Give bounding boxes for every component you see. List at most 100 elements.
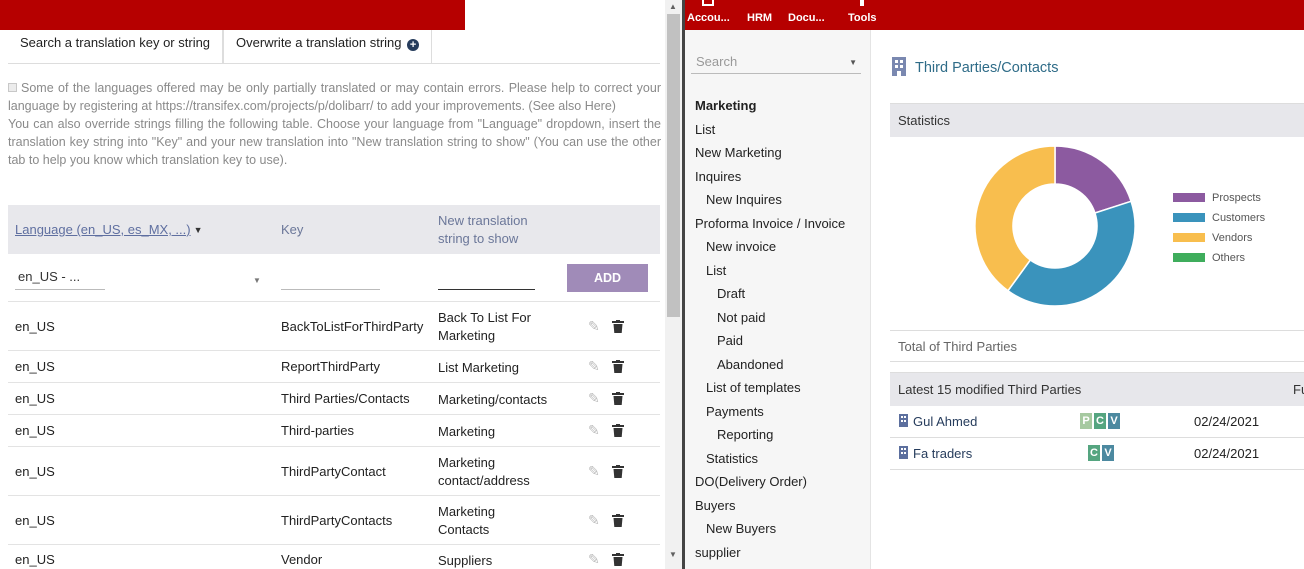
info-override-text: You can also override strings filling th…	[8, 117, 661, 167]
edit-icon[interactable]: ✎	[588, 358, 600, 375]
translation-table: Language (en_US, es_MX, ...) ▼ Key New tr…	[8, 205, 660, 569]
legend-item: Vendors	[1173, 232, 1265, 252]
delete-icon[interactable]	[612, 424, 624, 437]
total-row: Total of Third Parties	[890, 330, 1304, 362]
edit-icon[interactable]: ✎	[588, 512, 600, 529]
row-language: en_US	[15, 513, 55, 528]
row-value: List Marketing	[438, 359, 568, 377]
type-badge: V	[1108, 413, 1120, 429]
language-select[interactable]: en_US - ...	[15, 266, 105, 290]
menu-item[interactable]: Inquires	[695, 165, 865, 189]
menu-section-title[interactable]: Marketing	[695, 94, 865, 118]
menu-item[interactable]: Payments	[695, 400, 865, 424]
transifex-link[interactable]: https://transifex.com/projects/p/dolibar…	[155, 99, 373, 113]
menu-search-input[interactable]: Search ▼	[691, 52, 861, 74]
translation-rows: en_US BackToListForThirdParty Back To List…	[8, 302, 660, 569]
edit-icon[interactable]: ✎	[588, 551, 600, 568]
thirdparty-name: Fa traders	[913, 446, 973, 461]
delete-icon[interactable]	[612, 514, 624, 527]
delete-icon[interactable]	[612, 392, 624, 405]
row-key: ThirdPartyContact	[281, 464, 386, 479]
type-badge: C	[1094, 413, 1106, 429]
scrollbar-thumb[interactable]	[667, 14, 680, 317]
legend-item: Customers	[1173, 212, 1265, 232]
scroll-down-icon[interactable]: ▼	[669, 550, 677, 559]
add-button[interactable]: ADD	[567, 264, 648, 292]
nav-accounting[interactable]: Accou...	[687, 0, 730, 24]
menu-item[interactable]: Abandoned	[695, 353, 865, 377]
row-key: ReportThirdParty	[281, 359, 380, 374]
chevron-down-icon[interactable]: ▼	[849, 53, 857, 73]
edit-icon[interactable]: ✎	[588, 318, 600, 335]
left-menu: Search ▼ Marketing List New Marketing Inquir…	[685, 30, 871, 569]
table-row: en_US Third Parties/Contacts Marketing/con…	[8, 383, 660, 415]
row-language: en_US	[15, 464, 55, 479]
legend-label: Others	[1212, 252, 1246, 264]
language-column-label: Language (en_US, es_MX, ...)	[15, 222, 191, 237]
menu-item[interactable]: New Marketing	[695, 141, 865, 165]
legend-swatch	[1173, 253, 1205, 262]
menu-item[interactable]: Buyers	[695, 494, 865, 518]
edit-icon[interactable]: ✎	[588, 463, 600, 480]
edit-icon[interactable]: ✎	[588, 390, 600, 407]
menu-item[interactable]: supplier	[695, 541, 865, 565]
dropdown-arrow-icon[interactable]: ▼	[253, 276, 261, 285]
nav-documents[interactable]: Docu...	[788, 12, 825, 24]
row-value-line: Marketing	[438, 504, 496, 519]
row-language: en_US	[15, 552, 55, 567]
nav-tools[interactable]: Tools	[848, 0, 877, 24]
delete-icon[interactable]	[612, 465, 624, 478]
scroll-up-icon[interactable]: ▲	[669, 2, 677, 11]
left-scrollbar[interactable]: ▲ ▼	[665, 0, 682, 569]
menu-item[interactable]: List	[695, 259, 865, 283]
menu-item[interactable]: Paid	[695, 329, 865, 353]
key-input[interactable]	[281, 266, 380, 290]
row-value-line: Marketing	[438, 328, 496, 343]
menu-search-placeholder: Search	[696, 54, 738, 69]
menu-item[interactable]: DO(Delivery Order)	[695, 470, 865, 494]
row-key: ThirdPartyContacts	[281, 513, 393, 528]
legend-label: Prospects	[1212, 192, 1261, 204]
thirdparty-type-badges: CV	[1088, 444, 1116, 461]
nav-tools-label: Tools	[848, 12, 877, 24]
menu-item[interactable]: New Inquires	[695, 188, 865, 212]
delete-icon[interactable]	[612, 360, 624, 373]
chart-legend: Prospects Customers Vendors Others	[1173, 192, 1265, 272]
row-language: en_US	[15, 391, 55, 406]
menu-item[interactable]: List of templates	[695, 376, 865, 400]
menu-item[interactable]: List	[695, 118, 865, 142]
language-column-header[interactable]: Language (en_US, es_MX, ...) ▼	[15, 222, 203, 237]
thirdparty-link[interactable]: Gul Ahmed	[898, 414, 977, 429]
menu-item[interactable]: Not paid	[695, 306, 865, 330]
edit-icon[interactable]: ✎	[588, 422, 600, 439]
thirdparty-donut-chart	[974, 145, 1136, 307]
main-content: Third Parties/Contacts Statistics Prospe…	[890, 30, 1304, 569]
sort-down-icon: ▼	[193, 225, 203, 235]
building-icon	[899, 414, 908, 427]
row-value-line: Marketing/contacts	[438, 392, 548, 407]
menu-item[interactable]: New invoice	[695, 235, 865, 259]
menu-item[interactable]: Reporting	[695, 423, 865, 447]
table-row: en_US ReportThirdParty List Marketing ✎	[8, 351, 660, 383]
thirdparty-row: Fa traders C V 02/24/2021	[890, 438, 1304, 470]
menu-item[interactable]: Draft	[695, 282, 865, 306]
menu-item[interactable]: Proforma Invoice / Invoice	[695, 212, 865, 236]
delete-icon[interactable]	[612, 553, 624, 566]
menu-item[interactable]: Statistics	[695, 447, 865, 471]
row-value: Marketing Contacts	[438, 503, 568, 539]
latest-extra-column: Fu	[1293, 382, 1304, 397]
menu-list: Marketing List New Marketing Inquires New In…	[695, 94, 865, 564]
thirdparty-link[interactable]: Fa traders	[898, 446, 972, 461]
new-string-input[interactable]	[438, 266, 535, 290]
legend-item: Prospects	[1173, 192, 1265, 212]
delete-icon[interactable]	[612, 320, 624, 333]
modified-date: 02/24/2021	[1194, 414, 1260, 429]
here-link[interactable]: Here	[585, 99, 612, 113]
row-language: en_US	[15, 423, 55, 438]
tab-overwrite-translation[interactable]: Overwrite a translation string +	[223, 30, 433, 64]
nav-hrm[interactable]: HRM	[747, 12, 772, 24]
nav-accounting-label: Accou...	[687, 12, 730, 24]
tab-search-translation[interactable]: Search a translation key or string	[8, 30, 224, 64]
nav-hrm-label: HRM	[747, 12, 773, 24]
menu-item[interactable]: New Buyers	[695, 517, 865, 541]
